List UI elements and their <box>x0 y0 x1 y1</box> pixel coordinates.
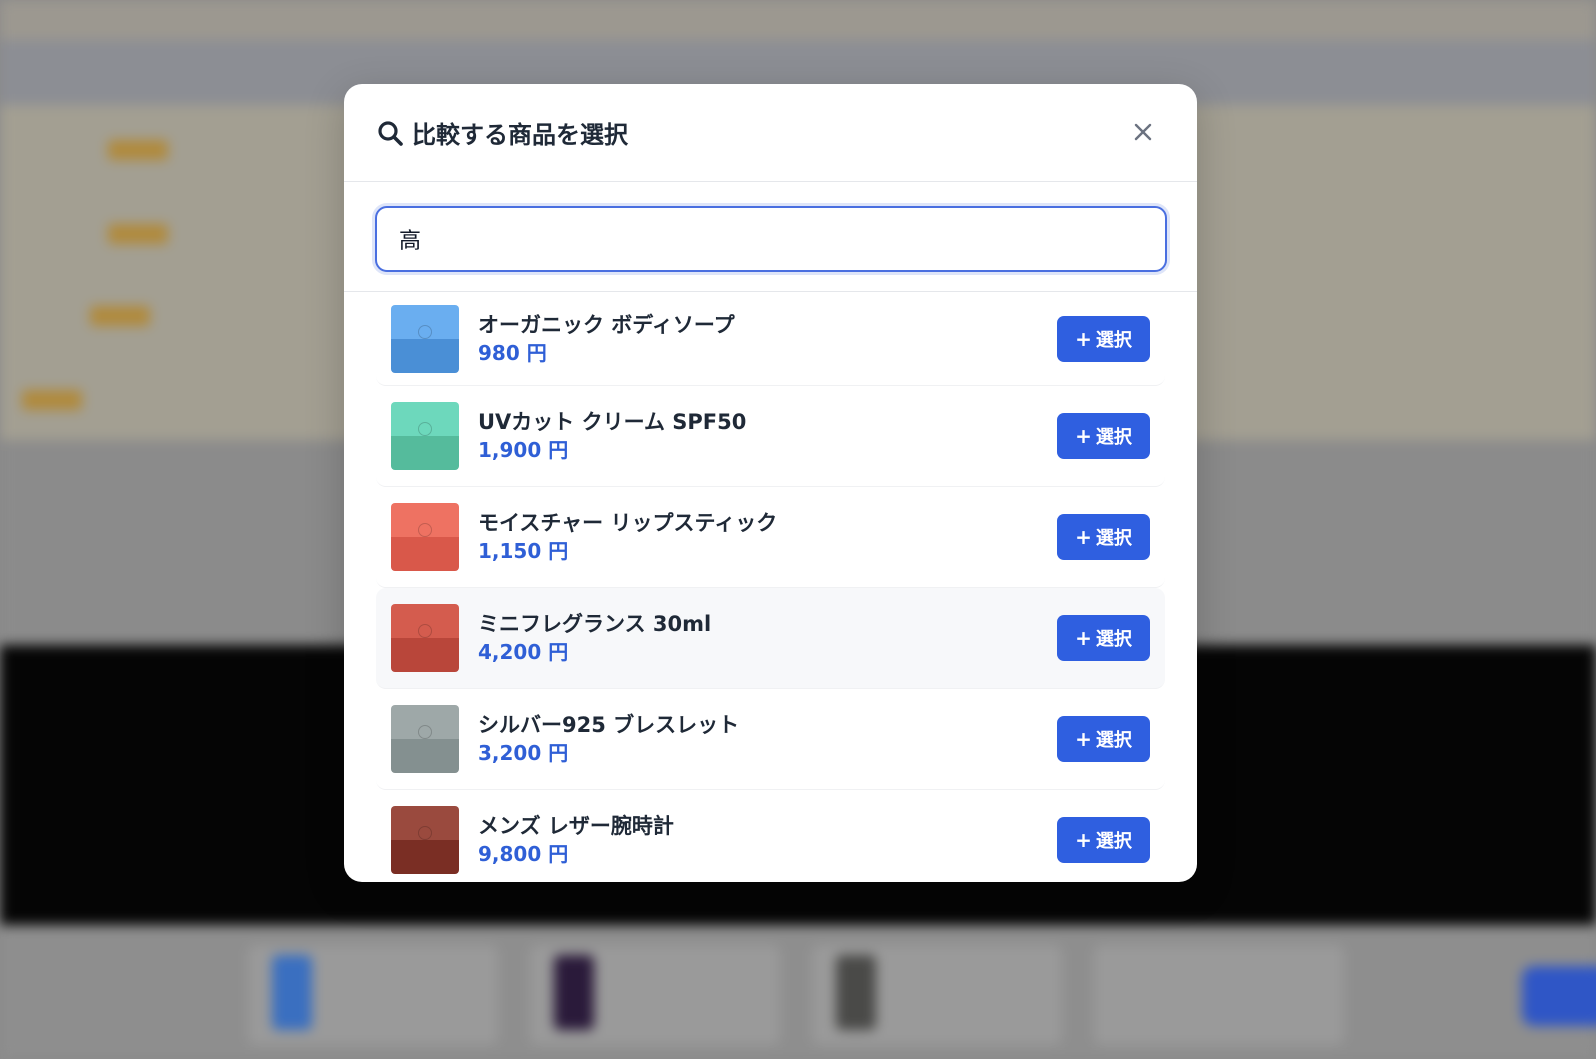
product-info: メンズ レザー腕時計 9,800 円 <box>478 812 1057 868</box>
select-button[interactable]: + 選択 <box>1057 817 1150 863</box>
product-thumbnail <box>391 503 459 571</box>
list-item[interactable]: シルバー925 ブレスレット 3,200 円 + 選択 <box>376 689 1165 790</box>
plus-icon: + <box>1075 828 1092 852</box>
select-button[interactable]: + 選択 <box>1057 413 1150 459</box>
bg-compare-bar <box>0 925 1596 1059</box>
bg-top-bar <box>0 0 1596 40</box>
product-price: 4,200 円 <box>478 640 569 664</box>
product-info: モイスチャー リップスティック 1,150 円 <box>478 509 1057 565</box>
list-item[interactable]: メンズ レザー腕時計 9,800 円 + 選択 <box>376 790 1165 882</box>
product-info: UVカット クリーム SPF50 1,900 円 <box>478 408 1057 464</box>
plus-icon: + <box>1075 525 1092 549</box>
list-item[interactable]: UVカット クリーム SPF50 1,900 円 + 選択 <box>376 386 1165 487</box>
list-item[interactable]: モイスチャー リップスティック 1,150 円 + 選択 <box>376 487 1165 588</box>
product-name: シルバー925 ブレスレット <box>478 713 740 737</box>
product-thumbnail <box>391 806 459 874</box>
bg-phone <box>272 955 312 1030</box>
select-button[interactable]: + 選択 <box>1057 716 1150 762</box>
modal-header: 比較する商品を選択 <box>344 84 1197 182</box>
list-item[interactable]: オーガニック ボディソープ 980 円 + 選択 <box>376 292 1165 386</box>
select-button-label: 選択 <box>1095 730 1132 751</box>
product-info: ミニフレグランス 30ml 4,200 円 <box>478 610 1057 666</box>
plus-icon: + <box>1075 424 1092 448</box>
bg-tag <box>90 306 150 326</box>
bg-cta <box>1522 966 1596 1026</box>
product-thumbnail <box>391 604 459 672</box>
select-button[interactable]: + 選択 <box>1057 315 1150 362</box>
modal-title: 比較する商品を選択 <box>412 121 628 149</box>
search-input[interactable] <box>375 206 1167 272</box>
product-thumbnail <box>391 705 459 773</box>
product-name: UVカット クリーム SPF50 <box>478 410 747 434</box>
bg-tag <box>108 224 168 244</box>
product-info: オーガニック ボディソープ 980 円 <box>478 311 1057 367</box>
product-thumbnail <box>391 304 459 373</box>
product-name: オーガニック ボディソープ <box>478 312 735 337</box>
plus-icon: + <box>1075 727 1092 751</box>
product-info: シルバー925 ブレスレット 3,200 円 <box>478 711 1057 767</box>
select-button[interactable]: + 選択 <box>1057 514 1150 560</box>
bg-phone <box>836 955 876 1030</box>
close-icon[interactable] <box>1131 120 1155 144</box>
product-name: メンズ レザー腕時計 <box>478 814 674 838</box>
plus-icon: + <box>1075 326 1092 351</box>
bg-card <box>1094 945 1344 1045</box>
product-select-modal: 比較する商品を選択 オーガニック ボディソープ 980 円 + 選択 <box>344 84 1197 882</box>
product-price: 980 円 <box>478 340 547 365</box>
list-item[interactable]: ミニフレグランス 30ml 4,200 円 + 選択 <box>376 588 1165 689</box>
bg-tag <box>22 390 82 410</box>
select-button-label: 選択 <box>1095 629 1132 650</box>
product-price: 1,150 円 <box>478 539 569 563</box>
bg-tag <box>108 140 168 160</box>
search-icon <box>376 119 404 147</box>
select-button-label: 選択 <box>1095 427 1132 448</box>
select-button-label: 選択 <box>1095 329 1132 351</box>
bg-phone <box>554 955 594 1030</box>
select-button[interactable]: + 選択 <box>1057 615 1150 661</box>
product-list: オーガニック ボディソープ 980 円 + 選択 UVカット クリーム SPF5… <box>344 292 1197 882</box>
product-name: ミニフレグランス 30ml <box>478 612 712 636</box>
product-price: 1,900 円 <box>478 438 569 462</box>
product-price: 9,800 円 <box>478 842 569 866</box>
select-button-label: 選択 <box>1095 528 1132 549</box>
plus-icon: + <box>1075 626 1092 650</box>
product-thumbnail <box>391 402 459 470</box>
product-price: 3,200 円 <box>478 741 569 765</box>
search-area <box>344 182 1197 292</box>
product-name: モイスチャー リップスティック <box>478 511 778 535</box>
select-button-label: 選択 <box>1095 831 1132 852</box>
